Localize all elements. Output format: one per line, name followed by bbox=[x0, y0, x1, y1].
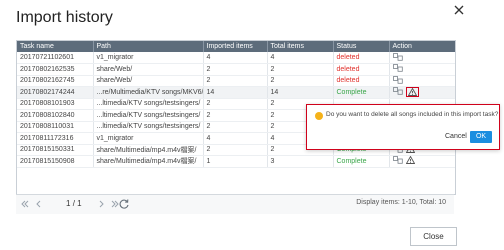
col-header-action: Action bbox=[392, 43, 412, 50]
task-name-cell: 20170721102601 bbox=[17, 52, 94, 64]
total-items-cell: 2 bbox=[267, 75, 334, 87]
task-name-cell: 20170802162535 bbox=[17, 63, 94, 76]
status-cell: Complete bbox=[333, 86, 390, 99]
display-items-text: Display items: 1-10, Total: 10 bbox=[356, 199, 446, 206]
imported-items-cell: 2 bbox=[203, 144, 268, 156]
col-header-total-items[interactable]: Total items bbox=[267, 41, 334, 52]
col-header-task-name[interactable]: Task name bbox=[17, 41, 94, 52]
imported-items-cell: 2 bbox=[203, 98, 268, 110]
prev-page-icon[interactable] bbox=[34, 199, 44, 209]
tags-icon[interactable] bbox=[392, 87, 403, 97]
task-name-cell: 20170811172316 bbox=[17, 132, 94, 145]
path-cell: ...ltimedia/KTV songs/testsingers/ bbox=[93, 121, 204, 133]
table-header-row: Task name Path Imported items Total item… bbox=[17, 41, 455, 52]
table-row[interactable]: 20170802162535 share/Web/2 2 deleted bbox=[17, 63, 455, 76]
imported-items-cell: 4 bbox=[203, 132, 268, 145]
imported-items-cell: 2 bbox=[203, 63, 268, 76]
dialog-title: Import history bbox=[16, 9, 113, 26]
path-cell: share/Web/ bbox=[93, 63, 204, 76]
current-page[interactable]: 1 bbox=[66, 199, 70, 208]
task-name-cell: 20170808101903 bbox=[17, 98, 94, 110]
tags-icon[interactable] bbox=[392, 52, 403, 63]
next-page-icon[interactable] bbox=[96, 199, 106, 209]
table-row[interactable]: 20170802174244 ...re/Multimedia/KTV songs… bbox=[17, 86, 455, 99]
path-cell: share/Web/ bbox=[93, 75, 204, 87]
table-row[interactable]: 20170815150908 share/Multimedia/mp4.m4v檔案… bbox=[17, 155, 455, 168]
action-cell bbox=[389, 155, 455, 168]
table-row[interactable]: 20170802162745 share/Web/2 2 deleted bbox=[17, 75, 455, 87]
refresh-icon[interactable] bbox=[118, 198, 130, 210]
task-name-cell: 20170808102840 bbox=[17, 109, 94, 122]
cancel-button[interactable]: Cancel bbox=[445, 133, 467, 140]
path-cell: share/Multimedia/mp4.m4v檔案/ bbox=[93, 144, 204, 156]
task-name-cell: 20170808110031 bbox=[17, 121, 94, 133]
first-page-icon[interactable] bbox=[20, 199, 30, 209]
total-items-cell: 4 bbox=[267, 52, 334, 64]
status-cell: deleted bbox=[333, 52, 390, 64]
warning-icon[interactable] bbox=[405, 155, 415, 166]
ok-button[interactable]: OK bbox=[470, 131, 492, 143]
col-header-imported-items[interactable]: Imported items bbox=[203, 41, 268, 52]
imported-items-cell: 1 bbox=[203, 155, 268, 168]
status-cell: deleted bbox=[333, 63, 390, 76]
path-cell: ...re/Multimedia/KTV songs/MKV6/ bbox=[93, 86, 204, 99]
action-cell bbox=[389, 75, 455, 87]
path-cell: share/Multimedia/mp4.m4v檔案/ bbox=[93, 155, 204, 168]
total-items-cell: 14 bbox=[267, 86, 334, 99]
imported-items-cell: 2 bbox=[203, 121, 268, 133]
imported-items-cell: 14 bbox=[203, 86, 268, 99]
popup-message: Do you want to delete all songs included… bbox=[326, 111, 499, 118]
task-name-cell: 20170802162745 bbox=[17, 75, 94, 87]
tags-icon[interactable] bbox=[392, 64, 403, 74]
total-pages: / 1 bbox=[72, 199, 82, 208]
action-cell bbox=[389, 52, 455, 64]
close-button[interactable]: Close bbox=[410, 227, 457, 246]
imported-items-cell: 4 bbox=[203, 52, 268, 64]
path-cell: ...ltimedia/KTV songs/testsingers/ bbox=[93, 98, 204, 110]
task-name-cell: 20170815150331 bbox=[17, 144, 94, 156]
question-icon bbox=[315, 112, 323, 120]
close-icon[interactable] bbox=[452, 3, 466, 17]
col-header-status[interactable]: Status bbox=[333, 41, 390, 52]
table-row[interactable]: 20170721102601 v1_migrator 4 4 deleted bbox=[17, 52, 455, 64]
path-cell: ...ltimedia/KTV songs/testsingers/ bbox=[93, 109, 204, 122]
total-items-cell: 3 bbox=[267, 155, 334, 168]
path-cell: v1_migrator bbox=[93, 52, 204, 64]
page-indicator: 1 / 1 bbox=[66, 198, 91, 210]
path-cell: v1_migrator bbox=[93, 132, 204, 145]
imported-items-cell: 2 bbox=[203, 75, 268, 87]
action-cell bbox=[389, 63, 455, 76]
action-cell bbox=[389, 86, 455, 99]
tags-icon[interactable] bbox=[392, 156, 403, 166]
imported-items-cell: 2 bbox=[203, 109, 268, 122]
delete-confirm-popup: Do you want to delete all songs included… bbox=[306, 104, 500, 150]
pagination-bar: 1 / 1 Display items: 1-10, Total: 10 bbox=[16, 194, 454, 214]
col-header-path[interactable]: Path bbox=[93, 41, 204, 52]
task-name-cell: 20170802174244 bbox=[17, 86, 94, 99]
status-cell: deleted bbox=[333, 75, 390, 87]
tags-icon[interactable] bbox=[392, 75, 403, 86]
task-name-cell: 20170815150908 bbox=[17, 155, 94, 168]
total-items-cell: 2 bbox=[267, 63, 334, 76]
status-cell: Complete bbox=[333, 155, 390, 168]
warning-icon[interactable] bbox=[405, 87, 419, 98]
